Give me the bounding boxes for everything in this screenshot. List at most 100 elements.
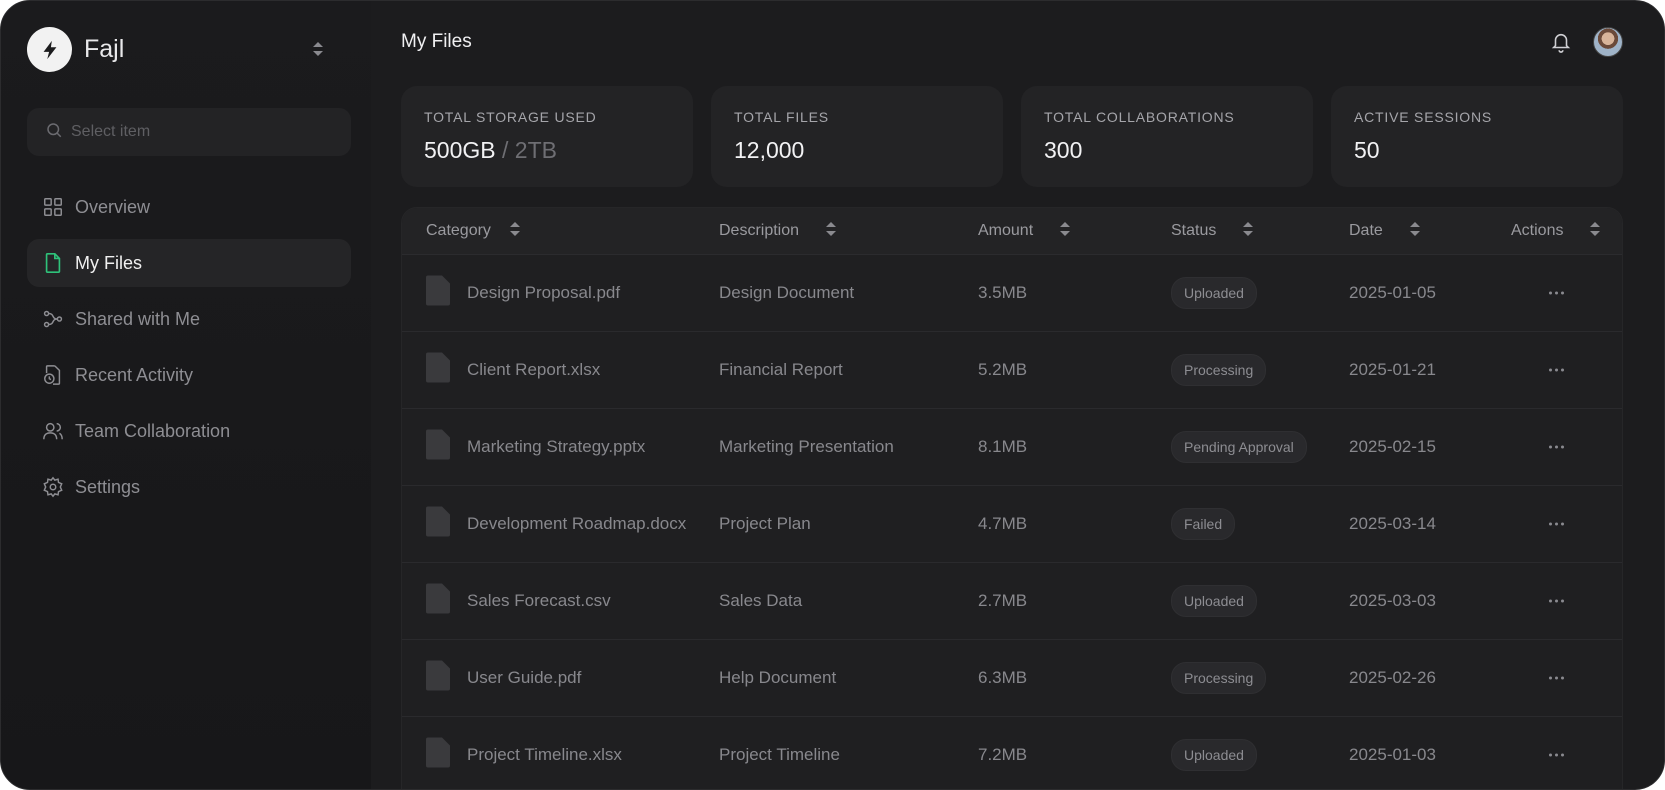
- file-size: 8.1MB: [978, 437, 1028, 456]
- sort-icon[interactable]: [825, 220, 837, 243]
- sidebar-item-shared[interactable]: Shared with Me: [27, 295, 351, 343]
- file-name[interactable]: Client Report.xlsx: [467, 360, 600, 380]
- sidebar: Fajl Overview My Files: [1, 1, 371, 789]
- avatar[interactable]: [1593, 27, 1623, 57]
- stat-suffix: / 2TB: [495, 137, 557, 163]
- sidebar-item-team-collaboration[interactable]: Team Collaboration: [27, 407, 351, 455]
- stat-label: TOTAL STORAGE USED: [424, 109, 597, 125]
- stat-card-storage: TOTAL STORAGE USED 500GB / 2TB: [401, 86, 693, 187]
- document-icon: [426, 506, 450, 542]
- app-window: Fajl Overview My Files: [0, 0, 1665, 790]
- file-size: 6.3MB: [978, 668, 1028, 687]
- sidebar-item-settings[interactable]: Settings: [27, 463, 351, 511]
- more-actions-icon[interactable]: [1549, 753, 1564, 757]
- stat-label: TOTAL FILES: [734, 109, 829, 125]
- file-date: 2025-01-21: [1349, 360, 1436, 379]
- search-box[interactable]: [27, 108, 351, 156]
- table-row[interactable]: Development Roadmap.docx Project Plan 4.…: [402, 486, 1622, 563]
- sidebar-item-recent-activity[interactable]: Recent Activity: [27, 351, 351, 399]
- column-header-category[interactable]: Category: [426, 220, 521, 243]
- stat-card-files: TOTAL FILES 12,000: [711, 86, 1003, 187]
- more-actions-icon[interactable]: [1549, 522, 1564, 526]
- sidebar-item-label: Shared with Me: [75, 308, 201, 329]
- file-name[interactable]: Project Timeline.xlsx: [467, 745, 622, 765]
- sidebar-item-overview[interactable]: Overview: [27, 183, 351, 231]
- status-badge: Pending Approval: [1171, 431, 1307, 463]
- file-size: 2.7MB: [978, 591, 1028, 610]
- table-row[interactable]: Design Proposal.pdf Design Document 3.5M…: [402, 255, 1622, 332]
- logo-bolt-icon: [27, 27, 72, 72]
- share-icon: [41, 307, 65, 331]
- file-name[interactable]: User Guide.pdf: [467, 668, 581, 688]
- file-name[interactable]: Development Roadmap.docx: [467, 514, 686, 534]
- more-actions-icon[interactable]: [1549, 676, 1564, 680]
- more-actions-icon[interactable]: [1549, 291, 1564, 295]
- stat-card-collaborations: TOTAL COLLABORATIONS 300: [1021, 86, 1313, 187]
- document-icon: [426, 275, 450, 311]
- file-description: Project Timeline: [719, 745, 840, 764]
- table-row[interactable]: Sales Forecast.csv Sales Data 2.7MB Uplo…: [402, 563, 1622, 640]
- sort-icon[interactable]: [1242, 220, 1254, 243]
- brand[interactable]: Fajl: [27, 27, 124, 72]
- file-description: Project Plan: [719, 514, 811, 533]
- status-badge: Uploaded: [1171, 585, 1257, 617]
- stat-label: ACTIVE SESSIONS: [1354, 109, 1493, 125]
- sidebar-item-label: My Files: [75, 252, 142, 273]
- file-size: 5.2MB: [978, 360, 1028, 379]
- file-date: 2025-03-03: [1349, 591, 1436, 610]
- file-date: 2025-03-14: [1349, 514, 1436, 533]
- sidebar-item-label: Settings: [75, 476, 141, 497]
- file-date: 2025-02-26: [1349, 668, 1436, 687]
- file-size: 7.2MB: [978, 745, 1028, 764]
- file-name[interactable]: Design Proposal.pdf: [467, 283, 620, 303]
- file-name[interactable]: Sales Forecast.csv: [467, 591, 611, 611]
- sort-icon[interactable]: [1409, 220, 1421, 243]
- stat-card-sessions: ACTIVE SESSIONS 50: [1331, 86, 1623, 187]
- document-icon: [426, 352, 450, 388]
- table-row[interactable]: Project Timeline.xlsx Project Timeline 7…: [402, 717, 1622, 789]
- status-badge: Failed: [1171, 508, 1236, 540]
- more-actions-icon[interactable]: [1549, 445, 1564, 449]
- column-header-description[interactable]: Description: [719, 220, 837, 243]
- status-badge: Uploaded: [1171, 277, 1257, 309]
- file-date: 2025-01-05: [1349, 283, 1436, 302]
- stat-value: 300: [1044, 137, 1083, 163]
- column-header-status[interactable]: Status: [1171, 220, 1254, 243]
- sort-icon[interactable]: [1589, 220, 1601, 243]
- document-icon: [426, 583, 450, 619]
- file-description: Sales Data: [719, 591, 803, 610]
- status-badge: Uploaded: [1171, 739, 1257, 771]
- sidebar-item-label: Team Collaboration: [75, 420, 231, 441]
- sort-icon[interactable]: [509, 220, 521, 243]
- search-icon: [45, 121, 63, 144]
- stat-value: 500GB / 2TB: [424, 137, 557, 163]
- page-title: My Files: [401, 31, 472, 52]
- file-size: 3.5MB: [978, 283, 1028, 302]
- file-date: 2025-01-03: [1349, 745, 1436, 764]
- sidebar-item-my-files[interactable]: My Files: [27, 239, 351, 287]
- table-row[interactable]: Client Report.xlsx Financial Report 5.2M…: [402, 332, 1622, 409]
- column-header-date[interactable]: Date: [1349, 220, 1421, 243]
- file-name[interactable]: Marketing Strategy.pptx: [467, 437, 645, 457]
- search-input[interactable]: [71, 123, 331, 141]
- grid-icon: [41, 195, 65, 219]
- document-icon: [426, 429, 450, 465]
- more-actions-icon[interactable]: [1549, 368, 1564, 372]
- column-header-amount[interactable]: Amount: [978, 220, 1071, 243]
- stat-label: TOTAL COLLABORATIONS: [1044, 109, 1235, 125]
- table-row[interactable]: User Guide.pdf Help Document 6.3MB Proce…: [402, 640, 1622, 717]
- table-header: Category Description Amount Status Date …: [402, 208, 1622, 255]
- more-actions-icon[interactable]: [1549, 599, 1564, 603]
- gear-icon: [41, 475, 65, 499]
- stat-value: 50: [1354, 137, 1380, 163]
- file-description: Financial Report: [719, 360, 843, 379]
- sidebar-item-label: Recent Activity: [75, 364, 194, 385]
- table-row[interactable]: Marketing Strategy.pptx Marketing Presen…: [402, 409, 1622, 486]
- bell-icon[interactable]: [1550, 30, 1572, 59]
- file-date: 2025-02-15: [1349, 437, 1436, 456]
- file-description: Design Document: [719, 283, 855, 302]
- sidebar-nav: Overview My Files Shared with Me Recent …: [27, 183, 351, 519]
- column-header-actions[interactable]: Actions: [1511, 220, 1601, 243]
- sort-icon[interactable]: [1059, 220, 1071, 243]
- workspace-switch-icon[interactable]: [311, 39, 325, 64]
